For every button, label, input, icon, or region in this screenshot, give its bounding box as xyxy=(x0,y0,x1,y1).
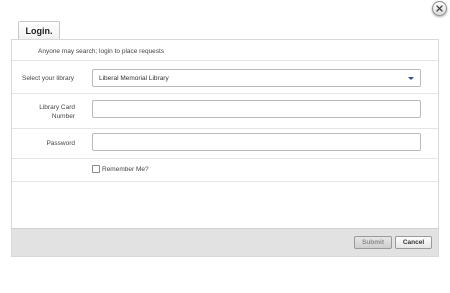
library-label: Select your library xyxy=(22,75,75,82)
card-number-label-line1: Library Card xyxy=(39,104,75,111)
close-button[interactable] xyxy=(432,1,447,16)
card-number-row: Library Card Number xyxy=(12,94,438,129)
remember-me-label[interactable]: Remember Me? xyxy=(102,165,149,174)
chevron-down-icon xyxy=(408,77,414,80)
close-icon xyxy=(436,5,443,12)
library-select-value: Liberal Memorial Library xyxy=(99,74,169,82)
password-input[interactable] xyxy=(92,133,421,151)
password-label: Password xyxy=(46,140,75,147)
card-number-label: Library Card Number xyxy=(20,103,75,121)
remember-me-checkbox[interactable] xyxy=(92,165,100,173)
cancel-button[interactable]: Cancel xyxy=(395,236,432,249)
login-tab[interactable]: Login. xyxy=(18,21,60,39)
dialog-footer: Submit Cancel xyxy=(12,228,438,256)
card-number-label-line2: Number xyxy=(51,113,75,120)
submit-button[interactable]: Submit xyxy=(354,236,392,249)
password-row: Password xyxy=(12,129,438,159)
login-panel: Anyone may search; login to place reques… xyxy=(11,39,439,257)
library-select[interactable]: Liberal Memorial Library xyxy=(92,69,421,87)
login-notice: Anyone may search; login to place reques… xyxy=(38,48,165,55)
remember-row: Remember Me? xyxy=(12,159,438,182)
library-row: Select your library Liberal Memorial Lib… xyxy=(12,60,438,94)
card-number-input[interactable] xyxy=(92,100,421,118)
